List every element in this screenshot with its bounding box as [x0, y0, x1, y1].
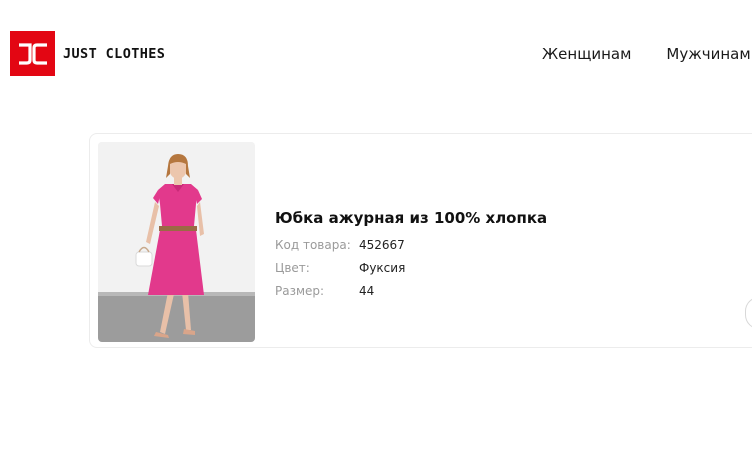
spec-label: Цвет: — [275, 260, 310, 275]
spec-value: 44 — [359, 283, 375, 298]
nav-women[interactable]: Женщинам — [542, 45, 631, 63]
spec-row-color: Цвет: Фуксия — [275, 256, 547, 279]
spec-row-code: Код товара: 452667 — [275, 233, 547, 256]
spec-label: Код товара: — [275, 237, 351, 252]
page: JUST CLOTHES Женщинам Мужчинам Юбка ажур… — [0, 0, 752, 449]
logo-text: JUST CLOTHES — [63, 45, 166, 62]
spec-value: Фуксия — [359, 260, 406, 275]
product-card: Юбка ажурная из 100% хлопка Код товара: … — [89, 133, 752, 348]
logo-jc-glyph — [18, 42, 47, 65]
nav-men[interactable]: Мужчинам — [666, 45, 750, 63]
logo-link[interactable]: JUST CLOTHES — [10, 31, 165, 76]
main-nav: Женщинам Мужчинам — [542, 45, 752, 63]
product-photo — [98, 142, 255, 342]
product-title[interactable]: Юбка ажурная из 100% хлопка — [275, 209, 547, 227]
logo-mark — [10, 31, 55, 76]
product-image[interactable] — [98, 142, 255, 342]
spec-row-size: Размер: 44 — [275, 279, 547, 302]
spec-label: Размер: — [275, 283, 325, 298]
spec-value: 452667 — [359, 237, 405, 252]
card-side-control[interactable] — [745, 297, 752, 329]
product-info: Юбка ажурная из 100% хлопка Код товара: … — [275, 209, 547, 302]
